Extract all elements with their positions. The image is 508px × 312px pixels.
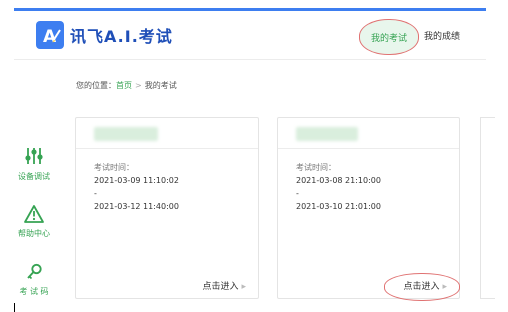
chevron-right-icon: ▸	[241, 282, 246, 292]
exam-start-time: 2021-03-08 21:10:00	[296, 176, 381, 185]
breadcrumb-current: 我的考试	[144, 81, 177, 90]
sliders-icon	[25, 148, 43, 164]
warning-icon	[24, 205, 44, 223]
exam-time-label: 考试时间：	[296, 163, 336, 172]
exam-card-body: 考试时间： 2021-03-08 21:10:00 - 2021-03-10 2…	[278, 149, 459, 225]
breadcrumb-separator: >	[135, 81, 142, 90]
sidebar-item-exam-code[interactable]: 考 试 码	[14, 262, 54, 297]
exam-title-redacted	[296, 127, 358, 141]
brand-name: 讯飞A.I.考试	[70, 27, 173, 46]
exam-start-time: 2021-03-09 11:10:02	[94, 176, 179, 185]
exam-time-label: 考试时间：	[94, 163, 134, 172]
text-cursor	[14, 303, 15, 312]
exam-card-header	[278, 118, 459, 149]
sidebar-label-help-center: 帮助中心	[18, 229, 50, 238]
breadcrumb-prefix: 您的位置：	[76, 81, 116, 90]
sidebar-label-device-test: 设备调试	[18, 172, 50, 181]
exam-card[interactable]: 考试时间： 2021-03-09 11:10:02 - 2021-03-12 1…	[75, 117, 259, 299]
sidebar-item-device-test[interactable]: 设备调试	[14, 145, 54, 182]
logo-icon: A	[36, 21, 64, 49]
nav-my-scores[interactable]: 我的成绩	[424, 29, 460, 42]
exam-end-time: 2021-03-12 11:40:00	[94, 202, 179, 211]
breadcrumb-home-link[interactable]: 首页	[116, 81, 132, 90]
exam-title-redacted	[94, 127, 158, 141]
exam-card-header	[76, 118, 258, 149]
exam-card[interactable]: 考试时间： 2021-03-08 21:10:00 - 2021-03-10 2…	[277, 117, 460, 299]
enter-exam-button[interactable]: 点击进入 ▸	[202, 279, 246, 292]
sidebar-label-exam-code: 考 试 码	[19, 287, 49, 296]
logo[interactable]: A 讯飞A.I.考试	[36, 21, 173, 49]
enter-exam-label: 点击进入	[202, 282, 239, 292]
exam-time-dash: -	[296, 189, 299, 198]
nav-my-exams-label: 我的考试	[370, 33, 407, 44]
key-icon	[27, 263, 42, 280]
nav-my-exams[interactable]: 我的考试	[359, 19, 419, 55]
exam-card-partial[interactable]	[480, 117, 495, 299]
annotation-circle	[384, 273, 460, 301]
exam-time-dash: -	[94, 189, 97, 198]
exam-end-time: 2021-03-10 21:01:00	[296, 202, 381, 211]
exam-card-body: 考试时间： 2021-03-09 11:10:02 - 2021-03-12 1…	[76, 149, 258, 225]
breadcrumb: 您的位置：首页 > 我的考试	[76, 80, 177, 91]
sidebar-item-help-center[interactable]: 帮助中心	[14, 204, 54, 239]
header: A 讯飞A.I.考试 我的考试 我的成绩	[14, 11, 486, 60]
